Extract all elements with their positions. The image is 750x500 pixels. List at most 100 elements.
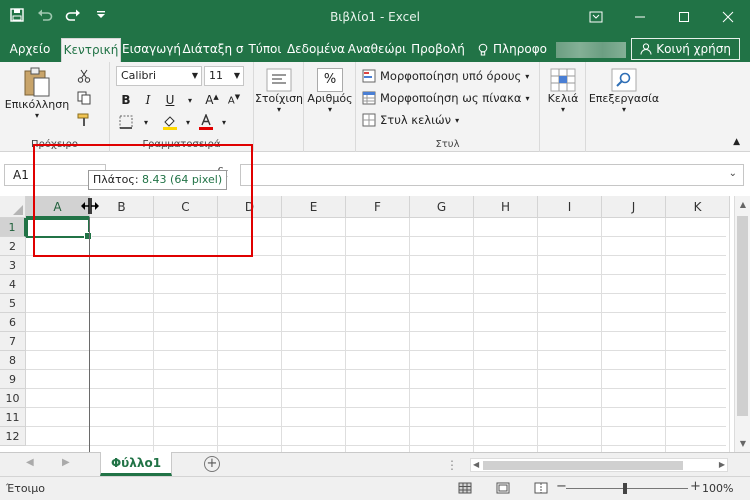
row-header[interactable]: 6	[0, 313, 26, 332]
underline-dropdown[interactable]: ▾	[180, 90, 200, 110]
page-break-view-button[interactable]	[532, 480, 550, 496]
column-header[interactable]: K	[666, 196, 730, 218]
gridline-vertical	[729, 218, 730, 452]
cell-styles-icon	[362, 113, 376, 127]
tab-split-handle-icon[interactable]: ⋮	[446, 458, 458, 472]
italic-button[interactable]: I	[138, 90, 158, 110]
format-painter-button[interactable]	[74, 110, 94, 130]
column-header[interactable]: J	[602, 196, 666, 218]
tab-home[interactable]: Κεντρική	[61, 38, 121, 62]
column-header[interactable]: E	[282, 196, 346, 218]
row-header[interactable]: 4	[0, 275, 26, 294]
font-color-dropdown[interactable]: ▾	[214, 112, 234, 132]
font-color-button[interactable]	[196, 112, 216, 132]
ribbon: Επικόλληση ▾ Πρόχειρο Calibri ▼ 11 ▼ B I…	[0, 62, 750, 152]
font-size-select[interactable]: 11 ▼	[204, 66, 244, 86]
select-all-button[interactable]	[0, 196, 26, 218]
tab-view[interactable]: Προβολή	[410, 38, 466, 62]
expand-formula-icon[interactable]: ⌄	[729, 168, 737, 179]
bold-button[interactable]: B	[116, 90, 136, 110]
row-header[interactable]: 3	[0, 256, 26, 275]
borders-dropdown[interactable]: ▾	[136, 112, 156, 132]
normal-view-icon	[458, 482, 472, 494]
tab-insert[interactable]: Εισαγωγή	[122, 38, 180, 62]
tab-page-layout[interactable]: Διάταξη σ	[182, 38, 244, 62]
tab-data[interactable]: Δεδομένα	[286, 38, 346, 62]
horizontal-scroll-thumb[interactable]	[483, 461, 683, 470]
scroll-right-icon[interactable]: ▶	[719, 460, 725, 469]
zoom-slider-knob[interactable]	[623, 483, 627, 494]
tab-file[interactable]: Αρχείο	[6, 38, 54, 62]
zoom-out-icon[interactable]: −	[556, 479, 567, 494]
conditional-format-button[interactable]: Μορφοποίηση υπό όρους ▾	[362, 66, 529, 86]
status-bar: Έτοιμο − + 100%	[0, 476, 750, 500]
row-header[interactable]: 11	[0, 408, 26, 427]
row-header[interactable]: 12	[0, 427, 26, 446]
chevron-down-icon: ▾	[327, 105, 332, 114]
zoom-slider[interactable]	[566, 483, 688, 494]
collapse-ribbon-icon[interactable]: ▲	[733, 137, 740, 147]
row-header[interactable]: 2	[0, 237, 26, 256]
maximize-button[interactable]	[662, 0, 706, 34]
font-name-select[interactable]: Calibri ▼	[116, 66, 202, 86]
prev-sheet-icon[interactable]: ◀	[26, 457, 34, 468]
chevron-down-icon: ▾	[560, 105, 565, 114]
tab-tell-me[interactable]: Πληροφο	[476, 38, 550, 62]
number-button[interactable]: % Αριθμός ▾	[304, 68, 356, 114]
page-layout-view-button[interactable]	[494, 480, 512, 496]
scroll-up-icon[interactable]: ▲	[735, 200, 750, 209]
borders-button[interactable]	[116, 112, 136, 132]
next-sheet-icon[interactable]: ▶	[62, 457, 70, 468]
decrease-font-button[interactable]: A▼	[224, 90, 244, 110]
zoom-level[interactable]: 100%	[702, 482, 733, 495]
vertical-scroll-thumb[interactable]	[737, 216, 748, 416]
cells-button[interactable]: Κελιά ▾	[540, 68, 586, 114]
scroll-down-icon[interactable]: ▼	[735, 439, 750, 448]
paste-button[interactable]: Επικόλληση ▾	[4, 66, 70, 120]
minimize-button[interactable]	[618, 0, 662, 34]
search-icon	[611, 68, 637, 92]
add-sheet-icon[interactable]: +	[204, 456, 220, 472]
gridline-horizontal	[26, 331, 726, 332]
scroll-left-icon[interactable]: ◀	[473, 460, 479, 469]
row-header[interactable]: 7	[0, 332, 26, 351]
editing-button[interactable]: Επεξεργασία ▾	[586, 68, 662, 114]
column-header[interactable]: H	[474, 196, 538, 218]
editing-group: Επεξεργασία ▾	[586, 62, 662, 152]
column-header[interactable]: G	[410, 196, 474, 218]
zoom-in-icon[interactable]: +	[690, 479, 701, 494]
italic-icon: I	[145, 93, 151, 107]
ribbon-display-button[interactable]	[574, 0, 618, 34]
alignment-button[interactable]: Στοίχιση ▾	[254, 68, 304, 114]
tab-formulas[interactable]: Τύποι	[246, 38, 284, 62]
cell-styles-button[interactable]: Στυλ κελιών ▾	[362, 110, 459, 130]
column-header[interactable]: I	[538, 196, 602, 218]
lightbulb-icon	[478, 43, 488, 56]
format-as-table-button[interactable]: Μορφοποίηση ως πίνακα ▾	[362, 88, 529, 108]
formula-input[interactable]: ⌄	[240, 164, 744, 186]
underline-button[interactable]: U	[160, 90, 180, 110]
fill-color-dropdown[interactable]: ▾	[178, 112, 198, 132]
sheet-tab[interactable]: Φύλλο1	[100, 452, 172, 476]
row-header[interactable]: 5	[0, 294, 26, 313]
row-header[interactable]: 9	[0, 370, 26, 389]
share-label: Κοινή χρήση	[656, 42, 731, 56]
paste-label: Επικόλληση	[4, 98, 70, 111]
font-size-value: 11	[209, 69, 223, 82]
row-header[interactable]: 10	[0, 389, 26, 408]
share-button[interactable]: Κοινή χρήση	[631, 38, 740, 60]
close-button[interactable]	[706, 0, 750, 34]
column-header[interactable]: F	[346, 196, 410, 218]
increase-font-button[interactable]: A▲	[202, 90, 222, 110]
horizontal-scrollbar[interactable]: ◀ ▶	[470, 458, 728, 472]
tab-review[interactable]: Αναθεώρι	[347, 38, 407, 62]
normal-view-button[interactable]	[456, 480, 474, 496]
cut-button[interactable]	[74, 66, 94, 86]
copy-button[interactable]	[74, 88, 94, 108]
row-header[interactable]: 1	[0, 218, 26, 237]
window-controls	[574, 0, 750, 34]
fill-color-button[interactable]	[160, 112, 180, 132]
borders-icon	[119, 115, 133, 129]
vertical-scrollbar[interactable]: ▲ ▼	[734, 196, 750, 452]
row-header[interactable]: 8	[0, 351, 26, 370]
